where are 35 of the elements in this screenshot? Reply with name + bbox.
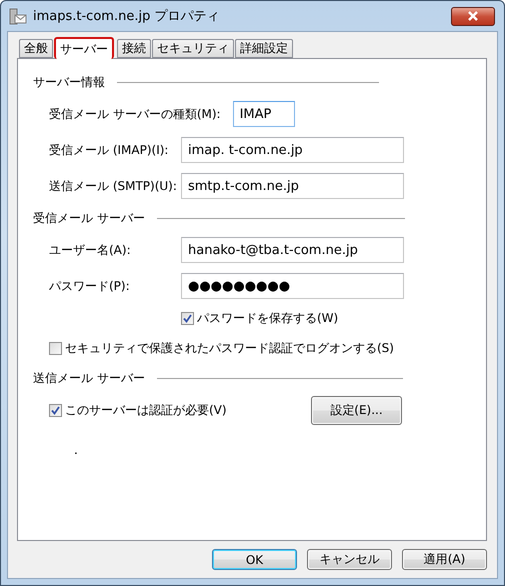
text-field[interactable]: IMAP (232, 101, 295, 127)
field-label: ユーザー名(A): (49, 242, 132, 258)
close-icon (466, 11, 480, 21)
field-label: パスワード(P): (49, 278, 131, 294)
checkmark-icon (183, 314, 192, 322)
field-label: 受信メール (IMAP)(I): (49, 142, 170, 158)
dialog-button[interactable]: キャンセル (307, 549, 392, 570)
text-field[interactable]: hanako-t@tba.t-com.ne.jp (181, 237, 404, 263)
checkmark-icon (51, 406, 60, 414)
section-title: 受信メール サーバー (33, 210, 145, 226)
checkbox[interactable] (49, 342, 62, 354)
checkbox-label: このサーバーは認証が必要(V) (65, 402, 227, 418)
field-label: 受信メール サーバーの種類(M): (49, 106, 222, 122)
section-title: サーバー情報 (33, 74, 105, 90)
text-field[interactable]: smtp.t-com.ne.jp (181, 173, 404, 199)
tab[interactable]: 全般 (19, 39, 53, 58)
stray-dot: . (73, 443, 78, 457)
window-title: imaps.t-com.ne.jp プロパティ (33, 8, 220, 25)
close-button[interactable] (451, 6, 495, 26)
checkbox-label: セキュリティで保護されたパスワード認証でログオンする(S) (65, 340, 394, 356)
dialog-button[interactable]: 適用(A) (402, 549, 487, 570)
tab[interactable]: 接続 (117, 39, 151, 58)
dialog-button[interactable]: OK (212, 549, 297, 570)
section-title: 送信メール サーバー (33, 370, 145, 386)
text-field[interactable]: imap. t-com.ne.jp (181, 137, 404, 163)
mail-server-icon (9, 8, 27, 24)
checkbox[interactable] (181, 312, 194, 324)
tab[interactable]: 詳細設定 (235, 39, 293, 58)
tab[interactable]: サーバー (54, 37, 114, 59)
field-label: 送信メール (SMTP)(U): (49, 178, 178, 194)
settings-button[interactable]: 設定(E)... (311, 396, 402, 424)
tab[interactable]: セキュリティ (152, 39, 234, 58)
checkbox-label: パスワードを保存する(W) (197, 310, 338, 326)
checkbox[interactable] (49, 404, 62, 416)
text-field[interactable]: ●●●●●●●●● (181, 273, 404, 299)
